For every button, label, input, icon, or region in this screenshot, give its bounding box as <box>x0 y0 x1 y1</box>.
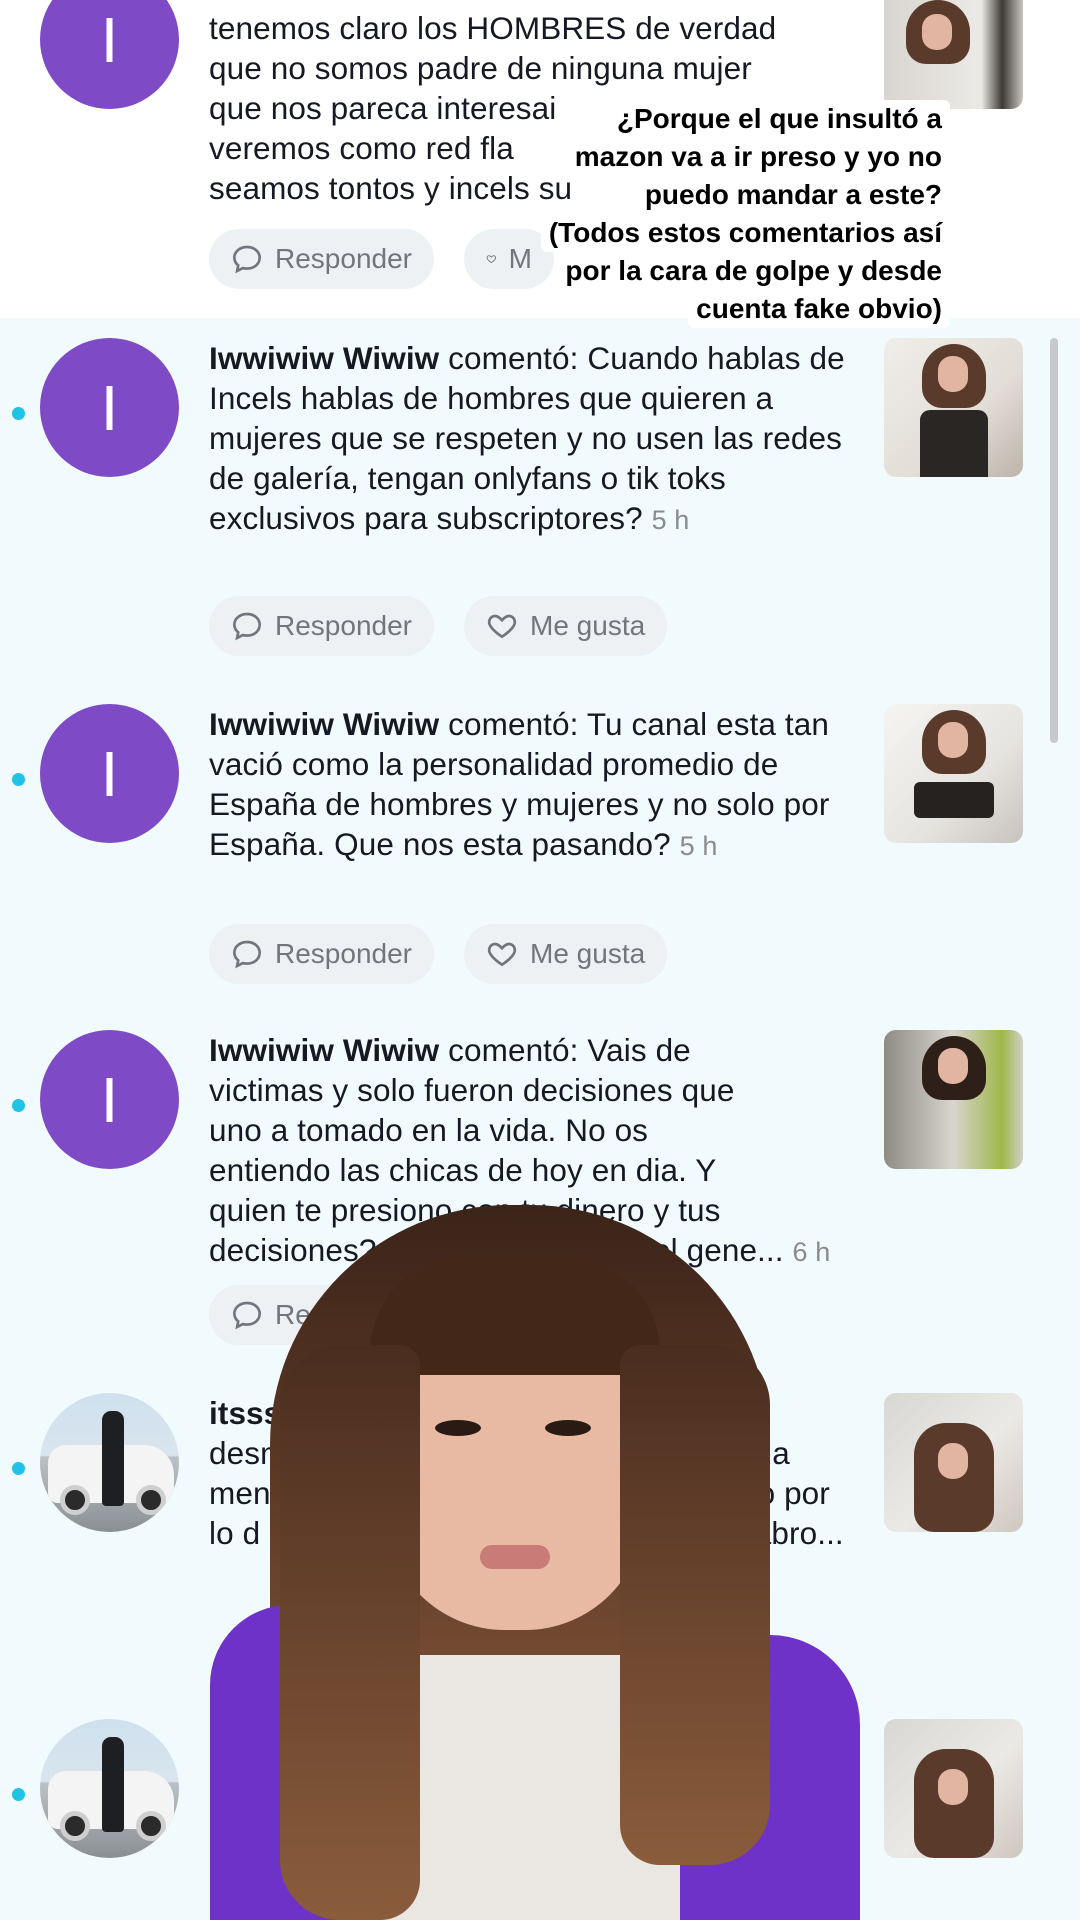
comment-time: 5 h <box>651 505 690 535</box>
like-label: Me gusta <box>530 938 646 969</box>
thumbnail-face <box>938 1443 968 1479</box>
like-label: Me gusta <box>530 610 646 641</box>
comment-verb: comentó: <box>448 1032 579 1068</box>
unread-dot <box>12 1462 25 1475</box>
avatar-wheel <box>136 1485 166 1515</box>
thumbnail-top <box>920 410 988 477</box>
like-label: M <box>508 243 532 274</box>
video-thumbnail[interactable] <box>884 338 1023 477</box>
thumbnail-face <box>922 14 952 50</box>
overlay-eye <box>545 1420 591 1436</box>
comment-line: que no somos padre de ninguna mujer <box>209 50 752 86</box>
caption-line: ¿Porque el que insultó a <box>608 100 950 138</box>
avatar-letter: I <box>100 371 119 444</box>
video-thumbnail[interactable] <box>884 1030 1023 1169</box>
thumbnail-face <box>938 1769 968 1805</box>
unread-dot <box>12 407 25 420</box>
overlay-hair-strand <box>620 1345 770 1865</box>
comment-line: entiendo las chicas de hoy en dia. Y <box>209 1152 717 1188</box>
overlay-lips <box>480 1545 550 1569</box>
caption-line: cuenta fake obvio) <box>688 290 950 328</box>
thumbnail-face <box>938 356 968 392</box>
caption-line: mazon va a ir preso y yo no <box>566 138 950 176</box>
avatar[interactable] <box>40 1393 179 1532</box>
caption-line: puedo mandar a este? <box>636 176 950 214</box>
avatar[interactable] <box>40 1719 179 1858</box>
comment-verb: comentó: <box>448 340 579 376</box>
reply-label: Responder <box>275 610 412 641</box>
overlay-hair-strand <box>280 1345 420 1920</box>
avatar-letter: I <box>100 3 119 76</box>
video-thumbnail[interactable] <box>884 0 1023 109</box>
comment-author[interactable]: Iwwiwiw Wiwiw <box>209 706 439 742</box>
avatar[interactable]: I <box>40 1030 179 1169</box>
avatar[interactable]: I <box>40 338 179 477</box>
video-thumbnail[interactable] <box>884 704 1023 843</box>
comment-line: uno a tomado en la vida. No os <box>209 1112 649 1148</box>
reply-label: Responder <box>275 938 412 969</box>
unread-dot <box>12 773 25 786</box>
unread-dot <box>12 1099 25 1112</box>
avatar-letter: I <box>100 737 119 810</box>
avatar-letter: I <box>100 1063 119 1136</box>
thumbnail-top <box>914 782 994 818</box>
comment-verb: comentó: <box>448 706 579 742</box>
comment-bubble-icon <box>232 612 262 641</box>
video-thumbnail[interactable] <box>884 1393 1023 1532</box>
avatar-wheel <box>136 1811 166 1841</box>
thumbnail-face <box>938 722 968 758</box>
like-button[interactable]: Me gusta <box>464 924 668 984</box>
like-button[interactable]: Me gusta <box>464 596 668 656</box>
comment-author[interactable]: Iwwiwiw Wiwiw <box>209 1032 439 1068</box>
avatar-wheel <box>60 1811 90 1841</box>
reply-label: Responder <box>275 243 412 274</box>
scrollbar[interactable] <box>1050 338 1058 743</box>
heart-icon <box>487 942 517 967</box>
unread-dot <box>12 1788 25 1801</box>
comment-line: Vais de <box>587 1032 691 1068</box>
heart-icon <box>486 255 497 264</box>
comment-line: tenemos claro los HOMBRES de verdad <box>209 10 777 46</box>
reply-button[interactable]: Responder <box>209 924 434 984</box>
caption-line: (Todos estos comentarios así <box>540 214 950 252</box>
thumbnail-face <box>938 1048 968 1084</box>
comment-text: Iwwiwiw Wiwiw comentó: Tu canal esta tan… <box>209 704 849 866</box>
avatar[interactable]: I <box>40 704 179 843</box>
reply-button[interactable]: Responder <box>209 596 434 656</box>
comment-bubble-icon <box>232 245 262 274</box>
avatar-wheel <box>60 1485 90 1515</box>
caption-line: por la cara de golpe y desde <box>557 252 950 290</box>
comment-text: Iwwiwiw Wiwiw comentó: Cuando hablas de … <box>209 338 849 540</box>
avatar-person <box>102 1737 124 1832</box>
notifications-feed: I tenemos claro los HOMBRES de verdad qu… <box>0 0 1080 1920</box>
comment-bubble-icon <box>232 940 262 969</box>
avatar-person <box>102 1411 124 1506</box>
overlay-eye <box>435 1420 481 1436</box>
video-caption-overlay: ¿Porque el que insultó a mazon va a ir p… <box>540 100 950 328</box>
heart-icon <box>487 614 517 639</box>
creator-video-overlay <box>210 1205 860 1920</box>
video-thumbnail[interactable] <box>884 1719 1023 1858</box>
comment-time: 5 h <box>679 831 718 861</box>
comment-line: victimas y solo fueron decisiones que <box>209 1072 735 1108</box>
comment-author[interactable]: Iwwiwiw Wiwiw <box>209 340 439 376</box>
reply-button[interactable]: Responder <box>209 229 434 289</box>
